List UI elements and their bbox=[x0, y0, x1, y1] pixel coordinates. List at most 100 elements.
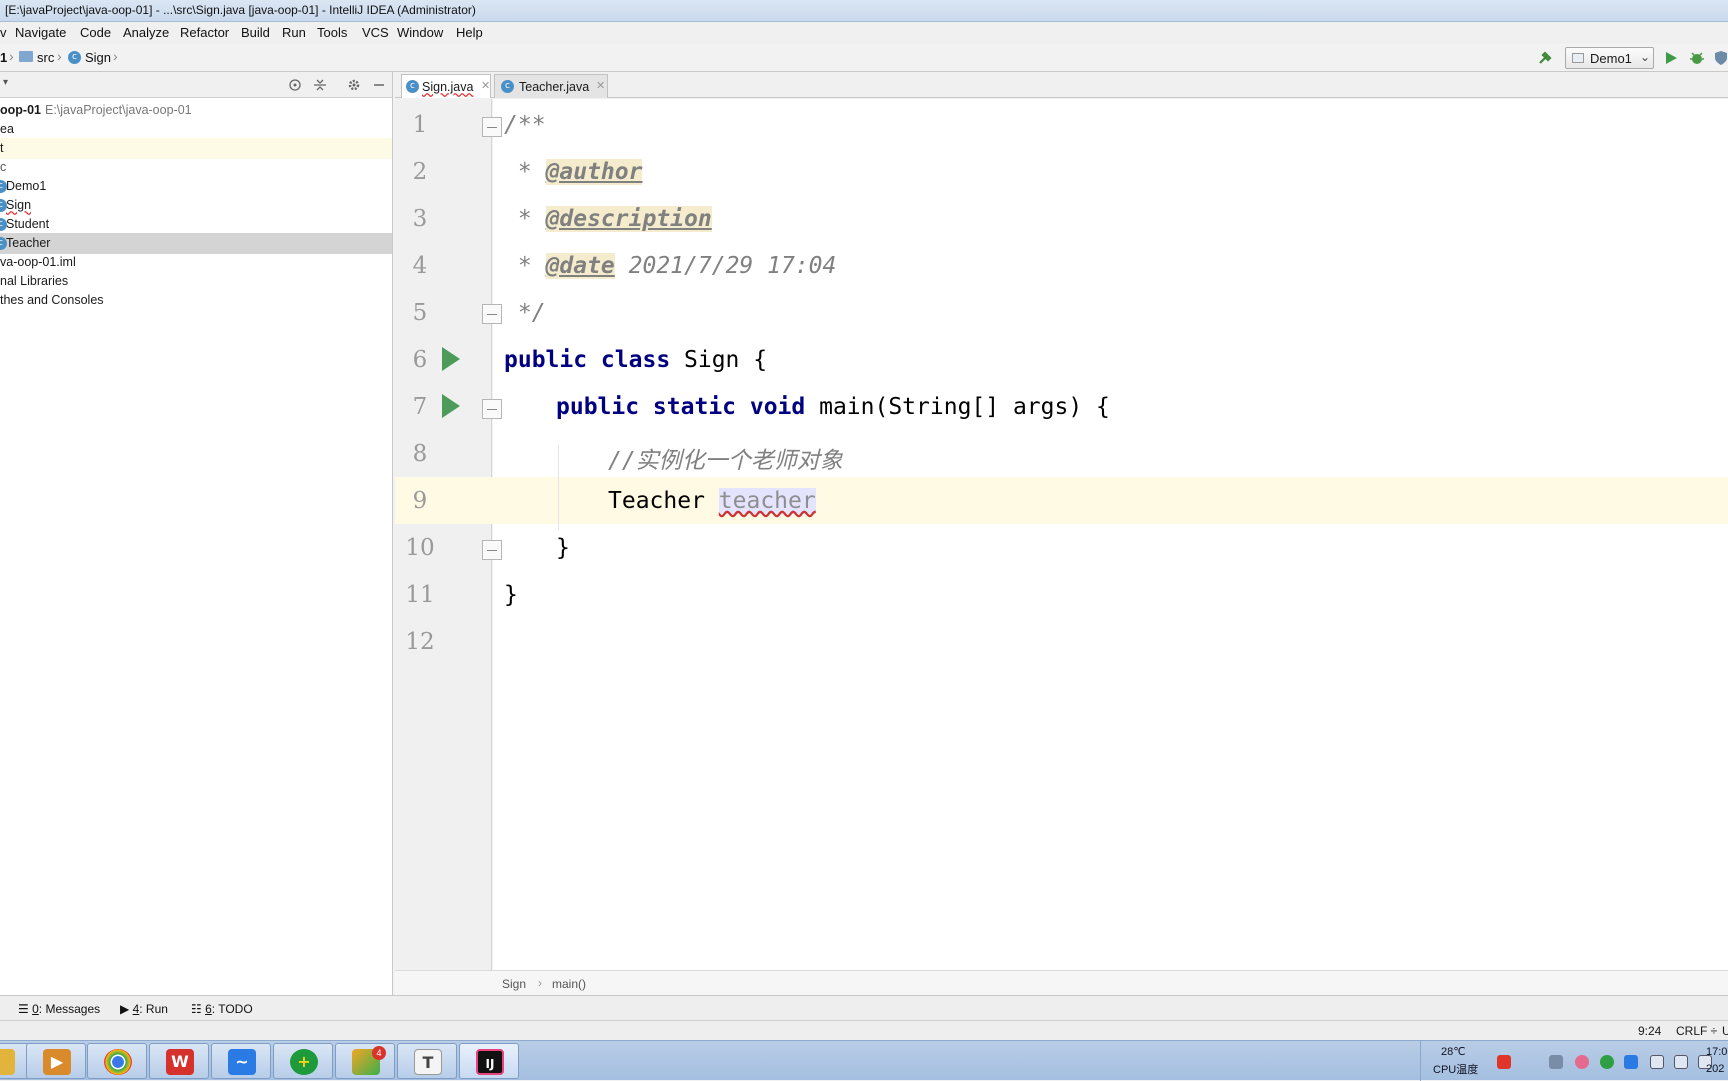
tab-label: Teacher.java bbox=[519, 80, 590, 94]
tree-item-sign[interactable]: c Sign bbox=[0, 195, 392, 216]
menu-run[interactable]: Run bbox=[282, 25, 306, 40]
taskbar-app-store[interactable]: 4 bbox=[335, 1043, 395, 1079]
dropdown-arrow-icon[interactable]: ▾ bbox=[3, 77, 8, 88]
tree-item-label: ea bbox=[0, 122, 14, 136]
cpu-temperature-widget[interactable]: 28℃ CPU温度 bbox=[1420, 1041, 1490, 1081]
taskbar-typora[interactable]: T bbox=[397, 1043, 457, 1079]
tree-item-iml[interactable]: va-oop-01.iml bbox=[0, 252, 392, 273]
menu-code[interactable]: Code bbox=[80, 25, 111, 40]
menu-vcs[interactable]: VCS bbox=[362, 25, 389, 40]
code-line-3: * @description bbox=[504, 206, 712, 232]
crumb-chevron-icon: › bbox=[113, 48, 118, 64]
run-icon[interactable] bbox=[1664, 51, 1678, 65]
clock-time[interactable]: 17:0 bbox=[1706, 1046, 1727, 1058]
coverage-icon[interactable] bbox=[1714, 50, 1728, 66]
build-hammer-icon[interactable] bbox=[1537, 50, 1553, 66]
close-icon[interactable]: ✕ bbox=[596, 79, 605, 92]
editor-tab-bar: c Sign.java ✕ c Teacher.java ✕ bbox=[395, 72, 1728, 98]
nav-crumb-sign[interactable]: Sign bbox=[85, 50, 111, 65]
tab-label: Sign.java bbox=[422, 80, 474, 94]
collapse-all-icon[interactable] bbox=[313, 78, 327, 92]
volume-icon[interactable] bbox=[1650, 1055, 1664, 1069]
network-icon[interactable] bbox=[1674, 1055, 1688, 1069]
tree-item-idea[interactable]: ea bbox=[0, 119, 392, 140]
tree-item-label: c bbox=[0, 160, 7, 174]
crumb-chevron-icon: › bbox=[9, 48, 14, 64]
taskbar-game-plus[interactable]: + bbox=[273, 1043, 333, 1079]
menu-navigate[interactable]: Navigate bbox=[15, 25, 66, 40]
fold-icon[interactable] bbox=[482, 117, 502, 137]
menu-build[interactable]: Build bbox=[241, 25, 270, 40]
messages-tool-button[interactable]: ☰ 0: Messages bbox=[18, 1002, 100, 1016]
tree-item-label: Student bbox=[6, 217, 50, 231]
tree-item-teacher[interactable]: c Teacher bbox=[0, 233, 392, 254]
breadcrumb-class[interactable]: Sign bbox=[502, 977, 526, 991]
tree-item-demo1[interactable]: c Demo1 bbox=[0, 176, 392, 197]
run-config-select[interactable]: Demo1 ⌄ bbox=[1565, 47, 1654, 69]
window-title-bar: [E:\javaProject\java-oop-01] - ...\src\S… bbox=[0, 0, 1728, 22]
tree-item-src[interactable]: t bbox=[0, 138, 392, 159]
menu-help[interactable]: Help bbox=[456, 25, 483, 40]
menu-bar: v Navigate Code Analyze Refactor Build R… bbox=[0, 22, 1728, 44]
menu-tools[interactable]: Tools bbox=[317, 25, 347, 40]
tree-root-name: oop-01 bbox=[0, 103, 41, 117]
breadcrumb-method[interactable]: main() bbox=[552, 977, 586, 991]
debug-icon[interactable] bbox=[1689, 50, 1705, 66]
list-icon: ☷ bbox=[191, 1002, 206, 1016]
code-line-1: /** bbox=[504, 112, 546, 138]
taskbar-feishu[interactable]: ~ bbox=[211, 1043, 271, 1079]
sogou-ime-icon[interactable] bbox=[1497, 1055, 1511, 1069]
chrome-icon bbox=[104, 1049, 132, 1075]
tab-sign-java[interactable]: c Sign.java ✕ bbox=[401, 74, 491, 98]
pinwheel-icon[interactable] bbox=[1575, 1055, 1589, 1069]
tree-item-label: t bbox=[0, 141, 4, 155]
line-number: 7 bbox=[412, 394, 428, 420]
line-number: 11 bbox=[405, 582, 435, 608]
cpu-label: CPU温度 bbox=[1433, 1064, 1479, 1076]
window-title: [E:\javaProject\java-oop-01] - ...\src\S… bbox=[5, 3, 476, 17]
menu-window[interactable]: Window bbox=[397, 25, 443, 40]
file-encoding[interactable]: U bbox=[1722, 1024, 1728, 1038]
line-number: 6 bbox=[412, 347, 428, 373]
media-player-icon: ▶ bbox=[43, 1049, 71, 1075]
run-gutter-icon[interactable] bbox=[442, 394, 460, 418]
network-user-icon[interactable] bbox=[1549, 1055, 1563, 1069]
tree-item-scratches[interactable]: thes and Consoles bbox=[0, 290, 392, 311]
taskbar-intellij[interactable]: IJ bbox=[459, 1043, 519, 1079]
menu-view[interactable]: v bbox=[0, 25, 7, 40]
tree-item-label: thes and Consoles bbox=[0, 293, 104, 307]
project-panel: ▾ oop-01 E:\javaProject\java-oop-01 ea t… bbox=[0, 72, 393, 995]
menu-analyze[interactable]: Analyze bbox=[123, 25, 169, 40]
tree-item-root[interactable]: oop-01 E:\javaProject\java-oop-01 bbox=[0, 100, 392, 121]
todo-tool-button[interactable]: ☷ 6: TODO bbox=[191, 1002, 253, 1016]
taskbar-chrome[interactable] bbox=[87, 1043, 147, 1079]
tray-feishu-icon[interactable] bbox=[1624, 1055, 1638, 1069]
taskbar-wps[interactable]: W bbox=[149, 1043, 209, 1079]
fold-icon[interactable] bbox=[482, 304, 502, 324]
nav-crumb-project[interactable]: 1 bbox=[0, 50, 7, 65]
taskbar-media-player[interactable]: ▶ bbox=[26, 1043, 86, 1079]
tab-teacher-java[interactable]: c Teacher.java ✕ bbox=[494, 74, 608, 98]
tree-item-package[interactable]: c bbox=[0, 157, 392, 178]
clock-date[interactable]: 202 bbox=[1706, 1063, 1724, 1075]
nav-crumb-src[interactable]: src bbox=[37, 50, 54, 65]
line-number: 5 bbox=[412, 300, 428, 326]
line-number: 10 bbox=[405, 535, 435, 561]
run-tool-button[interactable]: ▶ 4: Run bbox=[120, 1002, 168, 1016]
fold-icon[interactable] bbox=[482, 540, 502, 560]
locate-icon[interactable] bbox=[288, 78, 302, 92]
caret-position[interactable]: 9:24 bbox=[1638, 1024, 1661, 1038]
close-icon[interactable]: ✕ bbox=[481, 79, 490, 92]
plus-icon: + bbox=[290, 1049, 318, 1075]
gear-icon[interactable] bbox=[347, 78, 361, 92]
menu-refactor[interactable]: Refactor bbox=[180, 25, 229, 40]
tray-plus-icon[interactable] bbox=[1600, 1055, 1614, 1069]
fold-icon[interactable] bbox=[482, 399, 502, 419]
hide-panel-icon[interactable] bbox=[372, 78, 386, 92]
tree-item-student[interactable]: c Student bbox=[0, 214, 392, 235]
notification-badge: 4 bbox=[372, 1046, 386, 1060]
line-separator[interactable]: CRLF ÷ bbox=[1676, 1024, 1717, 1038]
tree-item-external-libraries[interactable]: nal Libraries bbox=[0, 271, 392, 292]
code-line-9: Teacher teacher bbox=[608, 488, 816, 514]
run-gutter-icon[interactable] bbox=[442, 347, 460, 371]
